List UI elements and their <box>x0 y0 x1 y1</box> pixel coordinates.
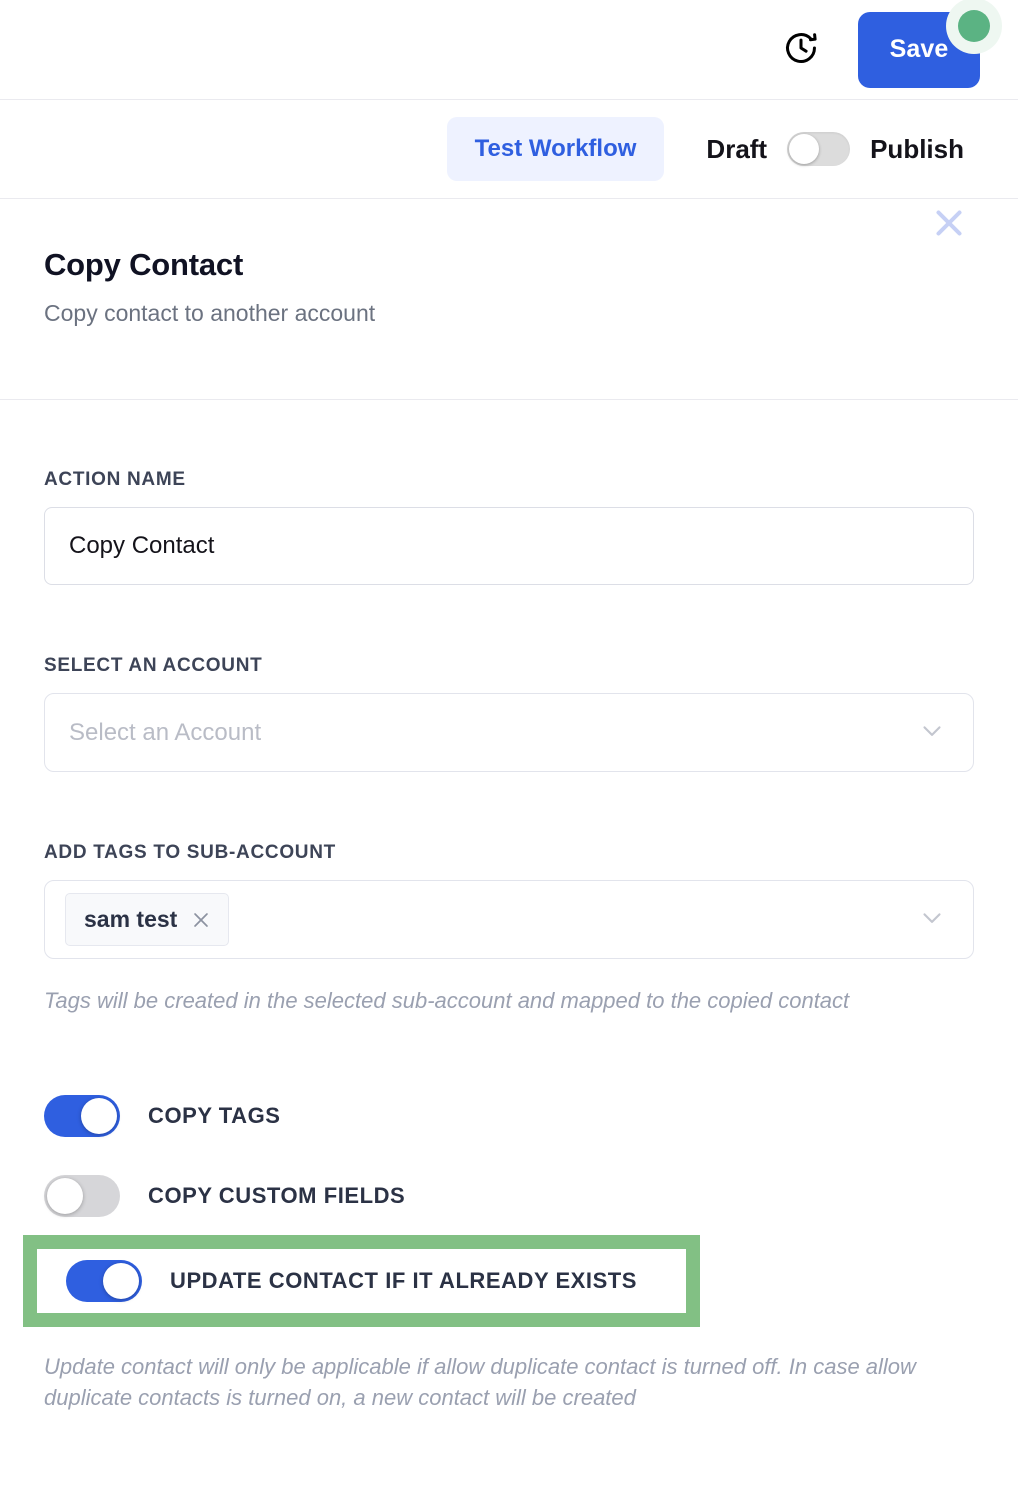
draft-label: Draft <box>706 133 768 164</box>
tag-chip[interactable]: sam test <box>65 893 230 946</box>
toggle-section: COPY TAGS COPY CUSTOM FIELDS UPDATE CONT… <box>23 1076 974 1328</box>
toggle-row-copy-custom-fields: COPY CUSTOM FIELDS <box>44 1156 974 1236</box>
select-account-label: SELECT AN ACCOUNT <box>44 655 263 676</box>
copy-tags-toggle[interactable] <box>44 1095 120 1138</box>
close-icon[interactable] <box>190 909 212 931</box>
unsaved-status-dot <box>958 9 990 42</box>
toggle-row-update-contact: UPDATE CONTACT IF IT ALREADY EXISTS <box>23 1235 700 1328</box>
chevron-down-icon <box>917 715 947 750</box>
publish-toggle-group: Draft Publish <box>706 132 964 166</box>
select-account-dropdown[interactable]: Select an Account <box>44 693 974 772</box>
publish-toggle[interactable] <box>787 132 851 166</box>
save-button-wrapper: Save <box>858 0 1002 88</box>
add-tags-label: ADD TAGS TO SUB-ACCOUNT <box>44 842 336 863</box>
copy-tags-toggle-knob <box>81 1098 117 1135</box>
test-workflow-button[interactable]: Test Workflow <box>446 117 665 181</box>
action-name-input[interactable] <box>44 507 974 585</box>
action-name-label: ACTION NAME <box>44 469 186 490</box>
close-icon[interactable] <box>928 202 970 244</box>
tag-chip-label: sam test <box>84 906 178 932</box>
panel-header: Copy Contact Copy contact to another acc… <box>0 199 1018 400</box>
copy-custom-fields-label: COPY CUSTOM FIELDS <box>148 1183 406 1209</box>
publish-toggle-knob <box>789 134 820 164</box>
update-contact-helper-text: Update contact will only be applicable i… <box>44 1354 916 1411</box>
panel-body: ACTION NAME SELECT AN ACCOUNT Select an … <box>0 469 1018 1414</box>
select-account-placeholder: Select an Account <box>69 718 262 746</box>
copy-tags-label: COPY TAGS <box>148 1103 281 1129</box>
page-subtitle: Copy contact to another account <box>44 300 376 326</box>
top-toolbar: Save <box>0 0 1018 100</box>
tags-helper-text: Tags will be created in the selected sub… <box>44 988 850 1013</box>
toggle-row-copy-tags: COPY TAGS <box>44 1076 974 1156</box>
publish-label: Publish <box>870 133 964 164</box>
update-contact-toggle[interactable] <box>66 1260 142 1303</box>
add-tags-field[interactable]: sam test <box>44 880 974 959</box>
update-contact-label: UPDATE CONTACT IF IT ALREADY EXISTS <box>170 1268 638 1294</box>
copy-custom-fields-toggle-knob <box>47 1178 83 1215</box>
clock-history-icon <box>782 29 820 70</box>
update-contact-toggle-knob <box>103 1263 139 1300</box>
page-title: Copy Contact <box>44 247 244 282</box>
workflow-status-bar: Test Workflow Draft Publish <box>0 100 1018 199</box>
copy-custom-fields-toggle[interactable] <box>44 1175 120 1218</box>
history-button[interactable] <box>778 27 824 73</box>
chevron-down-icon <box>917 902 947 937</box>
